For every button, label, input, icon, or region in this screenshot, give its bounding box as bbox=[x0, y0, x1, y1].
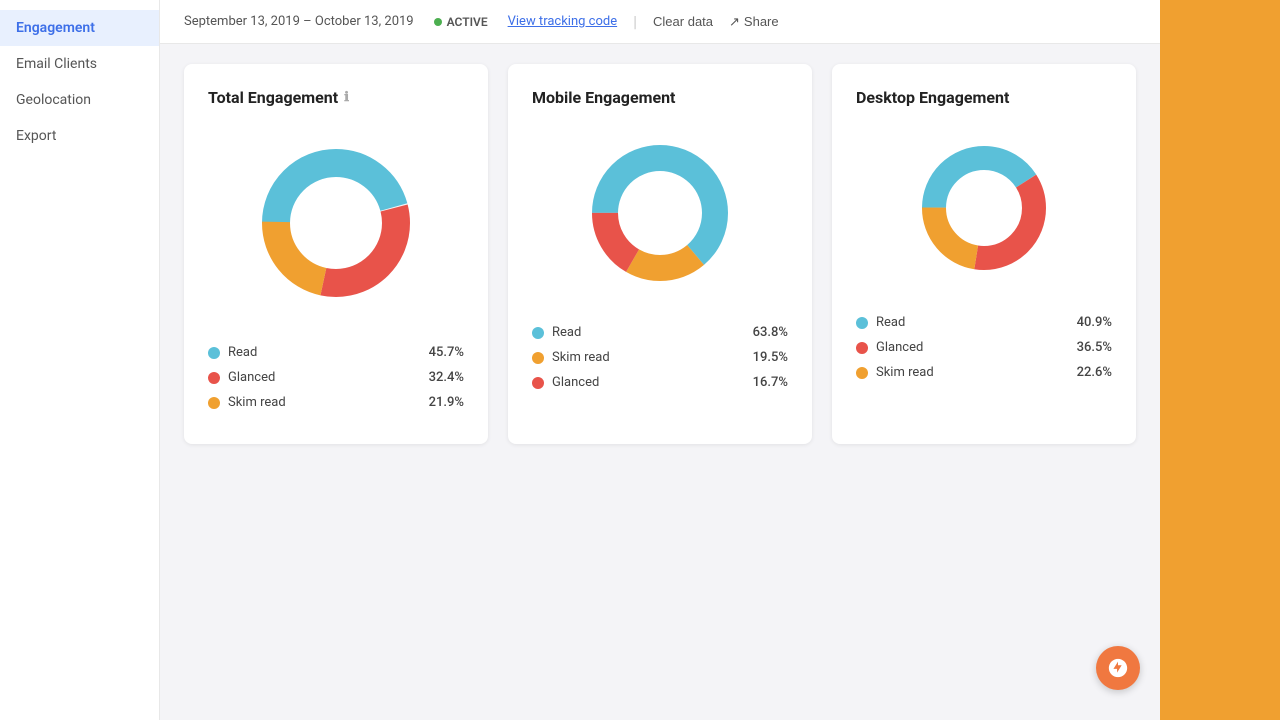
d-legend-row-glanced: Glanced 36.5% bbox=[856, 340, 1112, 355]
cards-row: Total Engagement ℹ bbox=[184, 64, 1136, 444]
legend-row-skim: Skim read 21.9% bbox=[208, 395, 464, 410]
d-legend-row-skim: Skim read 22.6% bbox=[856, 365, 1112, 380]
active-dot-icon bbox=[434, 18, 442, 26]
clear-data-button[interactable]: Clear data bbox=[653, 14, 713, 29]
legend-row-glanced: Glanced 32.4% bbox=[208, 370, 464, 385]
m-glanced-label: Glanced bbox=[552, 375, 599, 390]
fab-button[interactable] bbox=[1096, 646, 1140, 690]
d-read-dot bbox=[856, 317, 868, 329]
d-glanced-label: Glanced bbox=[876, 340, 923, 355]
total-engagement-legend: Read 45.7% Glanced 32.4% bbox=[208, 345, 464, 420]
m-legend-row-glanced: Glanced 16.7% bbox=[532, 375, 788, 390]
read-value: 45.7% bbox=[429, 345, 464, 360]
d-glanced-value: 36.5% bbox=[1077, 340, 1112, 355]
read-dot bbox=[208, 347, 220, 359]
share-icon: ↗ bbox=[729, 14, 740, 30]
skim-dot bbox=[208, 397, 220, 409]
glanced-label: Glanced bbox=[228, 370, 275, 385]
m-skim-value: 19.5% bbox=[753, 350, 788, 365]
mobile-engagement-card: Mobile Engagement bbox=[508, 64, 812, 444]
m-skim-label: Skim read bbox=[552, 350, 610, 365]
mobile-engagement-title: Mobile Engagement bbox=[532, 88, 675, 107]
m-read-dot bbox=[532, 327, 544, 339]
desktop-engagement-legend: Read 40.9% Glanced 36.5% bbox=[856, 315, 1112, 390]
right-panel bbox=[1160, 0, 1280, 720]
info-icon: ℹ bbox=[344, 90, 349, 105]
skim-value: 21.9% bbox=[429, 395, 464, 410]
date-range: September 13, 2019 – October 13, 2019 bbox=[184, 14, 414, 29]
m-glanced-dot bbox=[532, 377, 544, 389]
sidebar-item-export[interactable]: Export bbox=[0, 118, 159, 154]
desktop-engagement-title: Desktop Engagement bbox=[856, 88, 1009, 107]
d-legend-row-read: Read 40.9% bbox=[856, 315, 1112, 330]
main-content: September 13, 2019 – October 13, 2019 AC… bbox=[160, 0, 1160, 720]
m-skim-dot bbox=[532, 352, 544, 364]
total-engagement-donut bbox=[246, 133, 426, 313]
top-actions: View tracking code | Clear data ↗ Share bbox=[508, 12, 779, 31]
d-read-value: 40.9% bbox=[1077, 315, 1112, 330]
desktop-engagement-card: Desktop Engagement bbox=[832, 64, 1136, 444]
share-button[interactable]: ↗ Share bbox=[729, 14, 779, 30]
sidebar-item-email-clients[interactable]: Email Clients bbox=[0, 46, 159, 82]
mobile-engagement-donut bbox=[580, 133, 740, 293]
d-skim-value: 22.6% bbox=[1077, 365, 1112, 380]
skim-label: Skim read bbox=[228, 395, 286, 410]
glanced-dot bbox=[208, 372, 220, 384]
glanced-value: 32.4% bbox=[429, 370, 464, 385]
m-glanced-value: 16.7% bbox=[753, 375, 788, 390]
d-skim-label: Skim read bbox=[876, 365, 934, 380]
desktop-engagement-donut bbox=[909, 133, 1059, 283]
total-engagement-title: Total Engagement ℹ bbox=[208, 88, 349, 107]
legend-row-read: Read 45.7% bbox=[208, 345, 464, 360]
total-engagement-card: Total Engagement ℹ bbox=[184, 64, 488, 444]
d-read-label: Read bbox=[876, 315, 905, 330]
m-read-label: Read bbox=[552, 325, 581, 340]
mobile-engagement-legend: Read 63.8% Skim read 19.5% bbox=[532, 325, 788, 400]
m-legend-row-skim: Skim read 19.5% bbox=[532, 350, 788, 365]
m-read-value: 63.8% bbox=[753, 325, 788, 340]
sidebar-item-engagement[interactable]: Engagement bbox=[0, 10, 159, 46]
top-bar: September 13, 2019 – October 13, 2019 AC… bbox=[160, 0, 1160, 44]
m-legend-row-read: Read 63.8% bbox=[532, 325, 788, 340]
status-badge: ACTIVE bbox=[434, 15, 488, 29]
sidebar-item-geolocation[interactable]: Geolocation bbox=[0, 82, 159, 118]
d-skim-dot bbox=[856, 367, 868, 379]
view-tracking-code-link[interactable]: View tracking code bbox=[508, 14, 618, 29]
sidebar: Engagement Email Clients Geolocation Exp… bbox=[0, 0, 160, 720]
content-area: Total Engagement ℹ bbox=[160, 44, 1160, 720]
d-glanced-dot bbox=[856, 342, 868, 354]
read-label: Read bbox=[228, 345, 257, 360]
